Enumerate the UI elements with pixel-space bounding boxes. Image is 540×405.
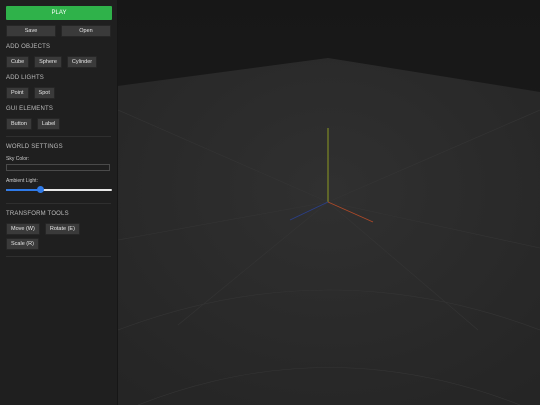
play-button[interactable]: PLAY [6,6,112,20]
add-gui-button-button[interactable]: Button [6,118,32,130]
add-point-light-button[interactable]: Point [6,87,29,99]
scene-canvas[interactable] [118,0,540,405]
ambient-light-label: Ambient Light: [6,178,38,184]
slider-thumb-icon[interactable] [37,186,45,193]
slider-fill [6,189,41,191]
divider [6,203,111,204]
transform-tools-row-1: Move (W) Rotate (E) [6,223,111,235]
add-lights-buttons: Point Spot [6,87,111,99]
sky-color-label: Sky Color: [6,156,30,162]
file-actions: Save Open [6,25,111,37]
move-tool-button[interactable]: Move (W) [6,223,40,235]
add-spot-light-button[interactable]: Spot [33,87,55,99]
gui-elements-title: GUI ELEMENTS [6,106,54,112]
add-gui-label-button[interactable]: Label [36,118,61,130]
add-objects-title: ADD OBJECTS [6,44,51,50]
scene-viewport[interactable] [118,0,540,405]
world-settings-title: WORLD SETTINGS [6,144,63,150]
transform-tools-title: TRANSFORM TOOLS [6,211,69,217]
rotate-tool-button[interactable]: Rotate (E) [44,223,80,235]
sky-color-input[interactable] [6,164,110,171]
ground-plane [118,58,540,405]
ambient-light-slider[interactable] [6,186,112,194]
divider [6,256,111,257]
divider [6,136,111,137]
add-sphere-button[interactable]: Sphere [34,56,62,68]
add-cylinder-button[interactable]: Cylinder [66,56,98,68]
open-button[interactable]: Open [61,25,111,37]
transform-tools-row-2: Scale (R) [6,238,111,250]
save-button[interactable]: Save [6,25,56,37]
add-cube-button[interactable]: Cube [6,56,30,68]
scale-tool-button[interactable]: Scale (R) [6,238,39,250]
sidebar: PLAY Save Open ADD OBJECTS Cube Sphere C… [0,0,118,405]
add-lights-title: ADD LIGHTS [6,75,45,81]
gui-elements-buttons: Button Label [6,118,111,130]
add-objects-buttons: Cube Sphere Cylinder [6,56,111,68]
